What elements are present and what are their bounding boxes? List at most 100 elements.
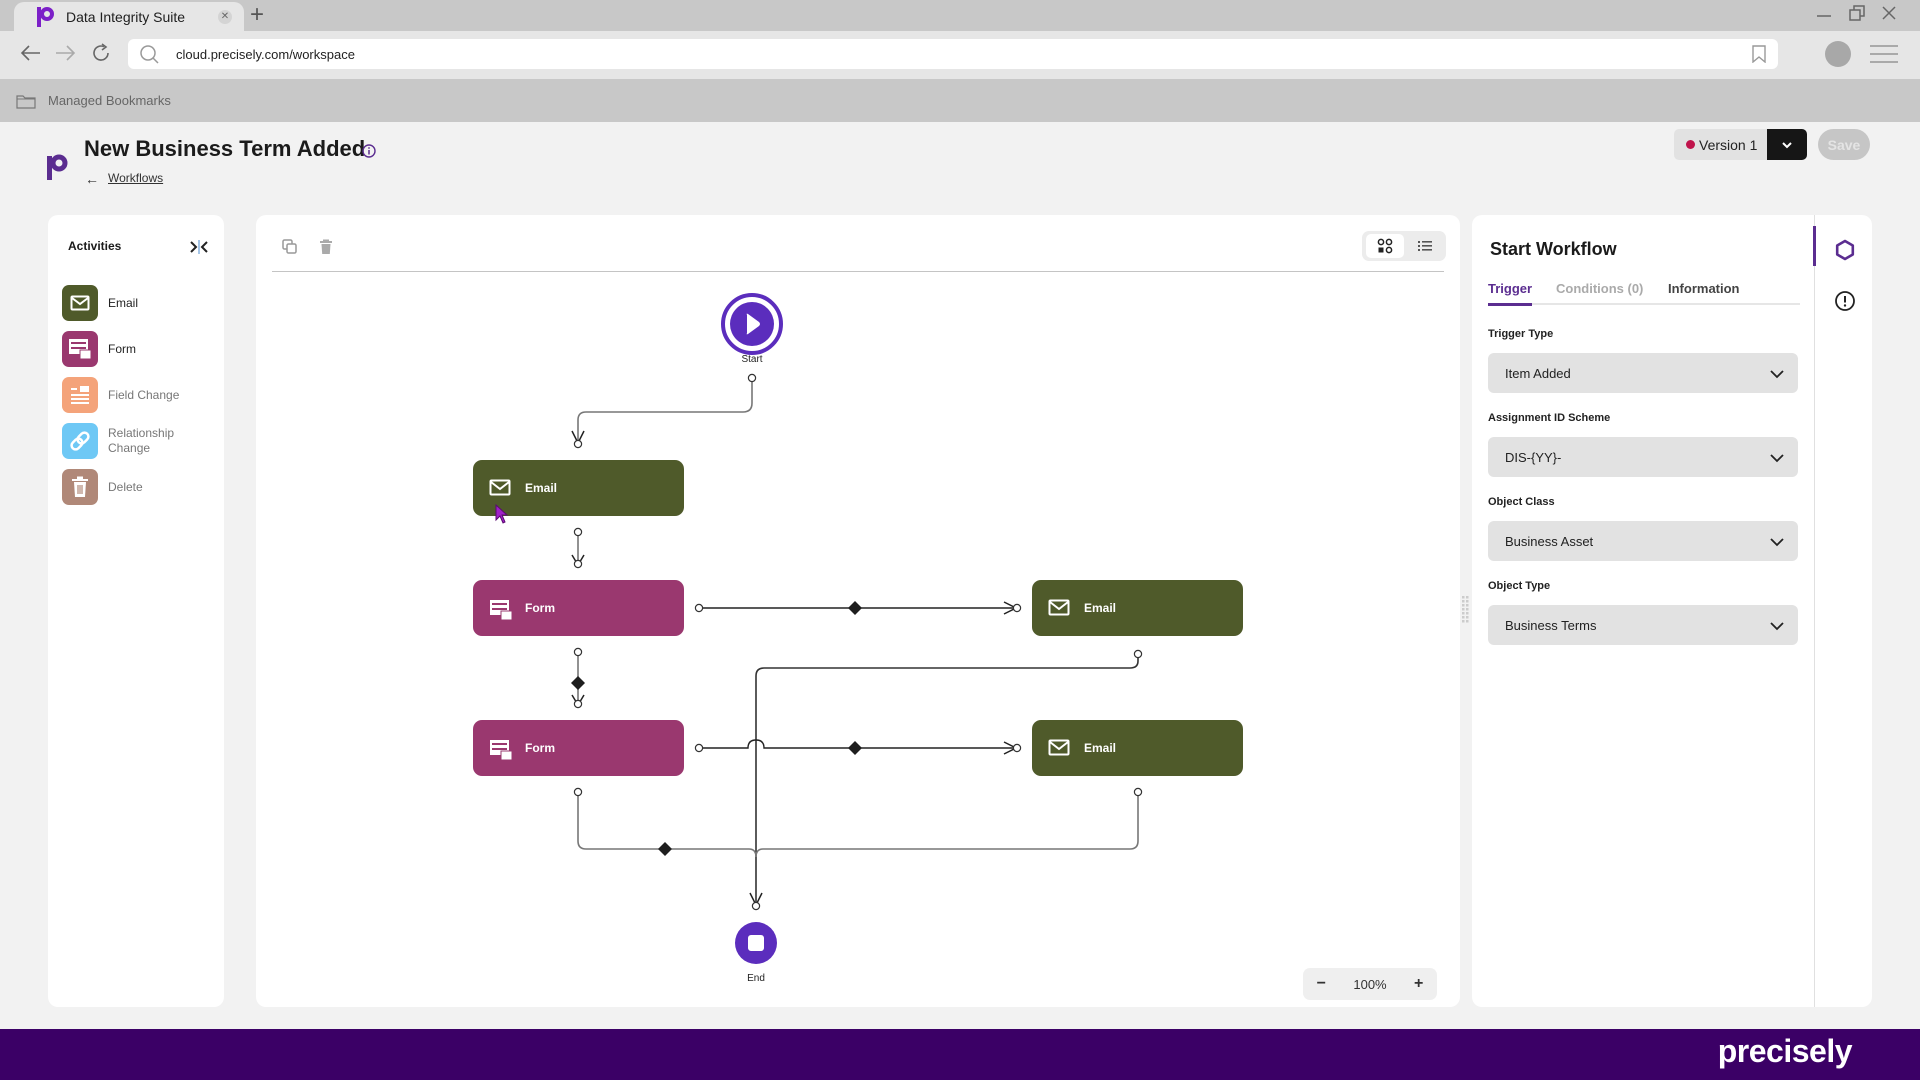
trash-icon [62,469,98,505]
activity-label: Field Change [108,387,180,402]
rail-active-indicator [1813,226,1816,266]
close-window-icon[interactable] [1880,4,1898,27]
back-icon[interactable] [18,40,44,73]
workflow-node-email[interactable]: Email [1032,580,1243,636]
port [573,527,583,537]
port [1133,649,1143,659]
save-button[interactable]: Save [1818,129,1870,160]
trigger-type-select[interactable]: Item Added [1488,353,1798,393]
port [747,373,757,383]
envelope-icon [1048,599,1070,617]
activity-label: Relationship Change [108,426,175,455]
port [573,439,583,449]
connector-email3-end [755,793,1139,858]
version-selector[interactable]: Version 1 [1674,129,1808,160]
activity-item-relationship-change[interactable]: Relationship Change [62,423,188,459]
chevron-down-icon [1770,367,1784,379]
tab-trigger[interactable]: Trigger [1488,281,1533,306]
reload-icon[interactable] [88,40,114,73]
tab-conditions[interactable]: Conditions (0) [1556,281,1643,296]
object-type-select[interactable]: Business Terms [1488,605,1798,645]
form-icon [62,331,98,367]
address-bar[interactable]: cloud.precisely.com/workspace [128,39,1778,69]
envelope-icon [489,479,511,497]
assignment-id-scheme-select[interactable]: DIS-{YY}- [1488,437,1798,477]
port [1133,787,1143,797]
object-type-label: Object Type [1488,580,1551,592]
field-change-icon [62,377,98,413]
workflow-node-form[interactable]: Form [473,720,684,776]
forward-icon[interactable] [52,40,78,73]
node-label: Form [525,601,555,615]
port [573,699,583,709]
port [1012,743,1022,753]
node-label: Email [1084,741,1117,755]
precisely-logo-icon[interactable] [46,150,68,182]
activity-item-email[interactable]: Email [62,285,138,321]
footer-bar: precisely [0,1029,1920,1080]
tab-close-icon[interactable]: ✕ [218,10,232,24]
tab-information[interactable]: Information [1668,281,1740,296]
activity-item-field-change[interactable]: Field Change [62,377,179,413]
folder-icon [16,93,36,109]
end-label: End [747,973,765,984]
new-tab-icon[interactable]: + [250,3,264,27]
port [694,603,704,613]
chevron-down-icon[interactable] [1767,129,1808,160]
node-label: Email [1084,601,1117,615]
workflow-connectors [571,293,1143,964]
properties-title: Start Workflow [1490,239,1617,259]
info-icon[interactable] [362,144,376,158]
restore-icon[interactable] [1848,4,1866,27]
zoom-out-button[interactable]: − [1317,975,1326,993]
zoom-in-button[interactable]: + [1414,975,1423,993]
condition-diamond [571,676,585,690]
chevron-down-icon [1770,619,1784,631]
activities-panel: Activities Email Form Field Change Relat… [48,215,224,1007]
activity-item-delete[interactable]: Delete [62,469,143,505]
start-node [721,293,783,355]
browser-menu-icon[interactable] [1870,45,1898,69]
page-title: New Business Term Added [84,136,366,161]
activity-item-form[interactable]: Form [62,331,136,367]
port [573,559,583,569]
object-class-label: Object Class [1488,496,1555,508]
zoom-level: 100% [1353,976,1387,992]
bookmark-icon[interactable] [1752,45,1766,64]
collapse-panel-icon[interactable] [188,237,210,257]
workflows-breadcrumb-link[interactable]: Workflows [108,171,163,185]
port [751,901,761,911]
profile-avatar[interactable] [1825,41,1851,67]
panel-resize-handle[interactable] [1462,596,1470,626]
rail-divider [1814,215,1815,1007]
envelope-icon [62,285,98,321]
condition-diamond [848,601,862,615]
start-label: Start [741,354,763,365]
port [573,647,583,657]
properties-tabs: Trigger Conditions (0) Information [1488,275,1800,306]
version-button[interactable]: Version 1 [1674,129,1768,160]
warning-icon[interactable] [1834,290,1856,312]
port [573,787,583,797]
activity-label: Delete [108,479,143,494]
address-row: cloud.precisely.com/workspace [0,31,1920,79]
activity-label: Form [108,341,136,356]
form-icon [489,599,513,621]
chevron-down-icon [1770,451,1784,463]
workflow-node-form[interactable]: Form [473,580,684,636]
zoom-control: − 100% + [1303,968,1437,1000]
workflow-canvas[interactable]: Start End Email Form Email Form Email − … [256,215,1460,1007]
object-class-value: Business Asset [1505,533,1594,549]
minimize-icon[interactable] [1815,4,1833,27]
object-class-select[interactable]: Business Asset [1488,521,1798,561]
object-type-value: Business Terms [1505,617,1597,633]
workflow-node-email[interactable]: Email [1032,720,1243,776]
back-arrow-icon[interactable]: ← [85,171,99,187]
browser-tab[interactable]: Data Integrity Suite ✕ [14,2,244,31]
search-icon [138,43,159,64]
assignment-id-scheme-label: Assignment ID Scheme [1488,412,1611,424]
settings-gear-icon[interactable] [1834,239,1856,261]
managed-bookmarks[interactable]: Managed Bookmarks [48,93,171,108]
browser-tab-bar: Data Integrity Suite ✕ + [0,0,1920,31]
assignment-id-scheme-value: DIS-{YY}- [1505,449,1562,465]
